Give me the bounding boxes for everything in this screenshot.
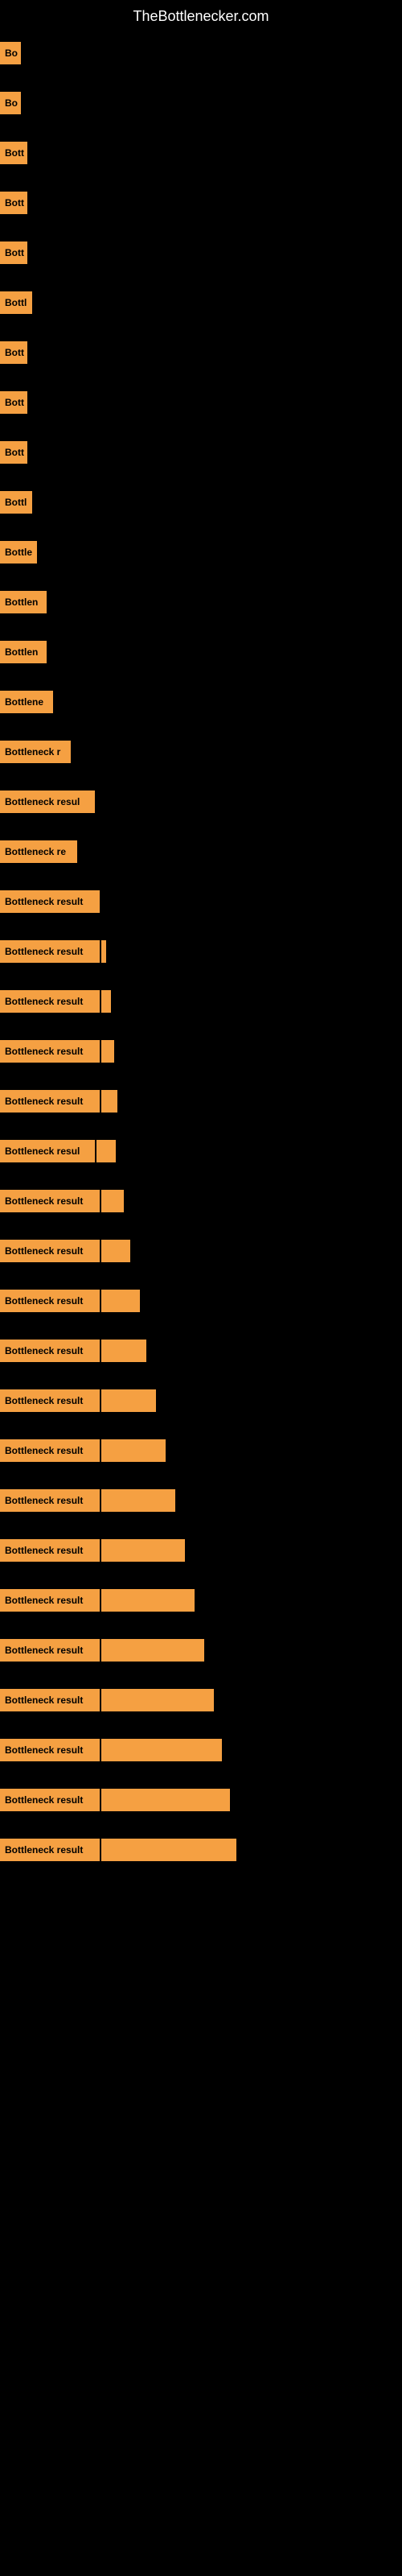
bottleneck-label: Bottleneck result [0,890,100,913]
list-item: Bottleneck result [0,1327,402,1375]
main-container: TheBottlenecker.com Bo Bo Bott Bott Bott Bott… [0,0,402,1874]
bottleneck-label: Bottleneck result [0,1639,100,1662]
list-item: Bottleneck result [0,1277,402,1325]
list-item: Bottlen [0,628,402,676]
bottleneck-bar [101,1839,236,1861]
list-item: Bottleneck result [0,1227,402,1275]
list-item: Bottleneck result [0,1177,402,1225]
bottleneck-label: Bottl [0,491,32,514]
bottleneck-bar [96,1140,116,1162]
bottleneck-bar [101,1689,214,1711]
bottleneck-bar [101,1439,166,1462]
bottleneck-bar [101,1090,117,1113]
bottleneck-label: Bottleneck resul [0,791,95,813]
bottleneck-label: Bottleneck result [0,1240,100,1262]
bottleneck-label: Bott [0,192,27,214]
bottleneck-label: Bottleneck result [0,1290,100,1312]
list-item: Bottl [0,478,402,526]
rows-container: Bo Bo Bott Bott Bott Bottl Bott Bott Bott Bottl Bo… [0,29,402,1874]
list-item: Bottleneck result [0,1077,402,1125]
bottleneck-label: Bottleneck result [0,1589,100,1612]
bottleneck-label: Bottleneck result [0,1190,100,1212]
bottleneck-bar [101,1789,230,1811]
bottleneck-bar [101,1290,140,1312]
list-item: Bottleneck r [0,728,402,776]
bottleneck-bar [101,1589,195,1612]
bottleneck-bar [101,1739,222,1761]
bottleneck-label: Bottleneck result [0,1389,100,1412]
bottleneck-label: Bottleneck result [0,1040,100,1063]
list-item: Bottleneck result [0,877,402,926]
bottleneck-label: Bottleneck result [0,1839,100,1861]
bottleneck-label: Bottlen [0,591,47,613]
bottleneck-label: Bott [0,242,27,264]
list-item: Bottleneck result [0,1776,402,1824]
bottleneck-bar [101,1040,114,1063]
list-item: Bottleneck result [0,1826,402,1874]
list-item: Bottleneck result [0,1377,402,1425]
bottleneck-label: Bo [0,92,21,114]
bottleneck-label: Bottleneck result [0,1340,100,1362]
bottleneck-bar [101,1240,130,1262]
list-item: Bott [0,179,402,227]
bottleneck-bar [101,1539,185,1562]
bottleneck-label: Bott [0,341,27,364]
list-item: Bottlene [0,678,402,726]
bottleneck-label: Bo [0,42,21,64]
list-item: Bottleneck result [0,1626,402,1674]
list-item: Bottlen [0,578,402,626]
list-item: Bott [0,129,402,177]
bottleneck-label: Bottleneck result [0,1689,100,1711]
list-item: Bott [0,428,402,477]
bottleneck-label: Bottleneck result [0,1439,100,1462]
bottleneck-bar [101,1639,204,1662]
list-item: Bottleneck result [0,977,402,1026]
list-item: Bott [0,378,402,427]
bottleneck-label: Bottleneck result [0,990,100,1013]
list-item: Bottleneck result [0,927,402,976]
list-item: Bo [0,79,402,127]
list-item: Bottleneck result [0,1726,402,1774]
bottleneck-bar [101,1340,146,1362]
list-item: Bottleneck result [0,1576,402,1624]
bottleneck-label: Bott [0,142,27,164]
bottleneck-label: Bottleneck result [0,1090,100,1113]
bottleneck-label: Bott [0,391,27,414]
list-item: Bottleneck re [0,828,402,876]
bottleneck-bar [101,940,106,963]
list-item: Bottleneck result [0,1426,402,1475]
list-item: Bottl [0,279,402,327]
page-title: TheBottlenecker.com [0,0,402,29]
bottleneck-label: Bottleneck result [0,1489,100,1512]
bottleneck-label: Bottlene [0,691,53,713]
bottleneck-label: Bott [0,441,27,464]
bottleneck-bar [101,1489,175,1512]
list-item: Bottleneck result [0,1027,402,1075]
list-item: Bottleneck result [0,1526,402,1575]
bottleneck-label: Bottle [0,541,37,564]
list-item: Bottleneck resul [0,1127,402,1175]
list-item: Bo [0,29,402,77]
bottleneck-label: Bottleneck result [0,1789,100,1811]
bottleneck-label: Bottleneck result [0,1539,100,1562]
bottleneck-bar [101,1190,124,1212]
bottleneck-bar [101,990,111,1013]
bottleneck-label: Bottleneck r [0,741,71,763]
bottleneck-bar [101,1389,156,1412]
bottleneck-label: Bottleneck re [0,840,77,863]
list-item: Bott [0,229,402,277]
bottleneck-label: Bottleneck result [0,940,100,963]
bottleneck-label: Bottleneck result [0,1739,100,1761]
bottleneck-label: Bottlen [0,641,47,663]
bottleneck-label: Bottl [0,291,32,314]
list-item: Bottleneck result [0,1676,402,1724]
list-item: Bottleneck resul [0,778,402,826]
list-item: Bott [0,328,402,377]
bottleneck-label: Bottleneck resul [0,1140,95,1162]
list-item: Bottleneck result [0,1476,402,1525]
list-item: Bottle [0,528,402,576]
